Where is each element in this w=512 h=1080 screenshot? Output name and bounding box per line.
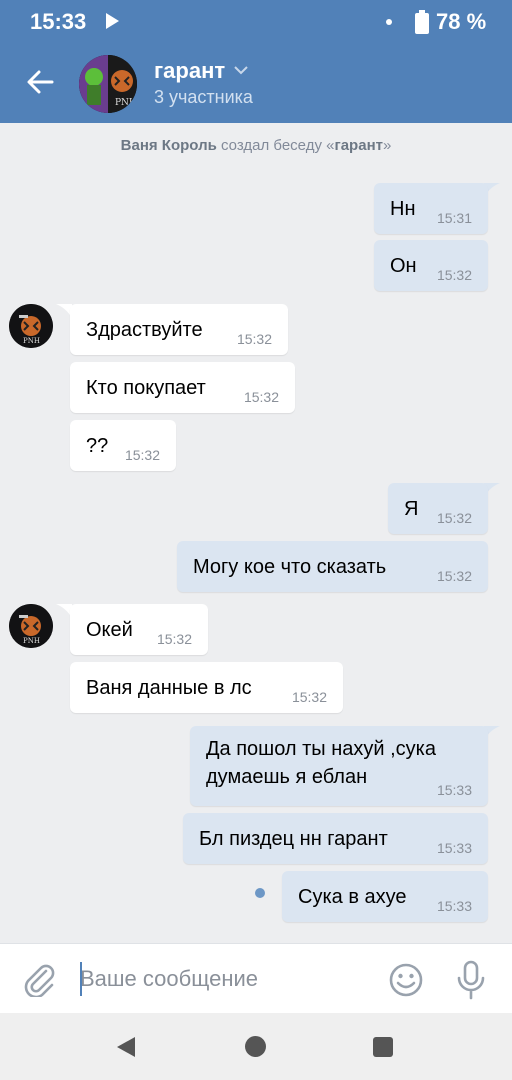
- unread-indicator-icon: [255, 888, 265, 898]
- message-text: Здраствуйте: [86, 318, 203, 341]
- message-time: 15:32: [436, 267, 472, 283]
- notification-dot-icon: [386, 19, 392, 25]
- message-bubble-incoming[interactable]: Кто покупает 15:32: [70, 362, 295, 413]
- nav-back-icon[interactable]: [115, 1035, 137, 1059]
- nav-home-icon[interactable]: [245, 1036, 266, 1057]
- message-time: 15:32: [436, 568, 472, 584]
- status-time: 15:33: [30, 9, 87, 34]
- system-message-author[interactable]: Ваня Король: [121, 137, 217, 154]
- app-header: 15:33 78 % PNH гарант 3 участника: [0, 0, 512, 123]
- message-text: Он: [390, 254, 417, 277]
- nav-recent-icon[interactable]: [373, 1037, 393, 1057]
- message-time: 15:32: [243, 389, 279, 405]
- message-text: Окей: [86, 618, 133, 641]
- emoji-icon[interactable]: [388, 962, 424, 998]
- message-text: ??: [86, 434, 109, 457]
- battery-icon: [415, 10, 429, 34]
- message-text: Сука в ахуе: [298, 885, 407, 908]
- message-text: Могу кое что сказать: [193, 555, 387, 578]
- message-bubble-outgoing[interactable]: Да пошол ты нахуй ,сука думаешь я еблан …: [190, 726, 488, 806]
- back-arrow-icon[interactable]: [22, 64, 58, 100]
- message-time: 15:32: [236, 331, 272, 347]
- attach-icon[interactable]: [22, 961, 56, 997]
- system-message-close: »: [382, 137, 392, 154]
- message-time: 15:32: [291, 689, 327, 705]
- message-bubble-incoming[interactable]: Окей 15:32: [70, 604, 208, 655]
- message-text: Бл пиздец нн гарант: [199, 827, 388, 850]
- chat-title[interactable]: гарант: [154, 58, 225, 84]
- svg-text:PNH: PNH: [23, 637, 40, 645]
- message-text: Кто покупает: [86, 376, 206, 399]
- system-message-text: создал беседу «: [216, 137, 335, 154]
- message-bubble-incoming[interactable]: Здраствуйте 15:32: [70, 304, 288, 355]
- message-time: 15:32: [124, 447, 160, 463]
- svg-text:PNH: PNH: [115, 98, 137, 108]
- message-bubble-outgoing[interactable]: Я 15:32: [388, 483, 488, 534]
- status-bar: 15:33 78 %: [0, 0, 512, 44]
- system-navigation-bar: [0, 1013, 512, 1080]
- message-time: 15:33: [436, 898, 472, 914]
- message-input[interactable]: [80, 962, 360, 996]
- message-text: Да пошол ты нахуй ,сука думаешь я еблан: [206, 738, 436, 788]
- message-time: 15:31: [436, 210, 472, 226]
- message-text: Ваня данные в лс: [86, 676, 252, 699]
- chevron-down-icon[interactable]: [233, 64, 249, 76]
- message-text: Я: [404, 497, 419, 520]
- message-bubble-outgoing[interactable]: Бл пиздец нн гарант 15:33: [183, 813, 488, 864]
- message-text: Нн: [390, 197, 416, 220]
- text-caret: [80, 962, 82, 996]
- battery-percent: 78 %: [436, 9, 487, 34]
- play-icon: [106, 13, 119, 29]
- message-time: 15:33: [436, 782, 472, 798]
- system-message-chat: гарант: [334, 137, 383, 154]
- message-time: 15:33: [436, 840, 472, 856]
- microphone-icon[interactable]: [455, 960, 487, 1000]
- message-bubble-outgoing[interactable]: Сука в ахуе 15:33: [282, 871, 488, 922]
- message-bubble-outgoing[interactable]: Могу кое что сказать 15:32: [177, 541, 488, 592]
- sender-avatar[interactable]: PNH: [9, 604, 53, 648]
- message-composer: [0, 943, 512, 1013]
- message-bubble-outgoing[interactable]: Нн 15:31: [374, 183, 488, 234]
- message-time: 15:32: [156, 631, 192, 647]
- system-message: Ваня Король создал беседу «гарант»: [0, 137, 512, 154]
- sender-avatar[interactable]: PNH: [9, 304, 53, 348]
- message-bubble-incoming[interactable]: Ваня данные в лс 15:32: [70, 662, 343, 713]
- message-time: 15:32: [436, 510, 472, 526]
- message-bubble-outgoing[interactable]: Он 15:32: [374, 240, 488, 291]
- svg-text:PNH: PNH: [23, 337, 40, 345]
- chat-members-count[interactable]: 3 участника: [154, 87, 253, 108]
- chat-avatar[interactable]: PNH: [79, 55, 137, 113]
- message-bubble-incoming[interactable]: ?? 15:32: [70, 420, 176, 471]
